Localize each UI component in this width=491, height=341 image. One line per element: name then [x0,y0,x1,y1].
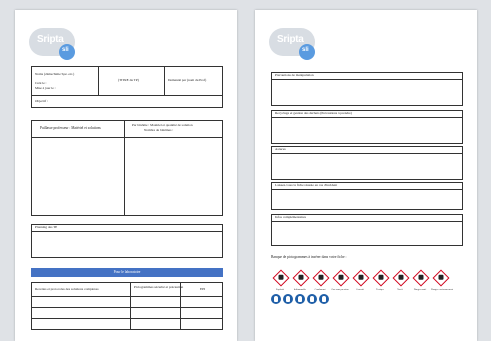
corrosive-icon[interactable] [352,269,370,287]
logo-text: Sripta [37,34,64,45]
objective-field[interactable]: Objectif : [35,99,48,104]
planning-box: Planning des TP [31,224,223,258]
exclamation-icon[interactable] [392,269,410,287]
solutions-col-pictos: Pictogrammes sécurité et précaution [134,285,184,289]
section-incident: Laissez-vous la fiche réussie en cas d'i… [271,182,463,210]
lunettes-icon[interactable] [283,294,293,304]
tp-title[interactable]: (TITRE du TP) [118,78,139,83]
solutions-col-epi: EPI [200,287,206,291]
logo-badge-right: sli [302,47,309,53]
picto-label: Comburant [314,288,326,291]
updated-field[interactable]: Mise à jour le : [35,86,56,91]
blouse-icon[interactable] [271,294,281,304]
picto-label: Corrosif [356,288,364,291]
sripta-logo: Sripta sli [29,22,89,62]
names-field[interactable]: Noms (2ème/3ème Spé. etc.) [35,72,74,77]
explosive-icon[interactable] [272,269,290,287]
picto-label: Danger environnement [431,288,453,291]
page-right: Sripta sli Précautions de manipulation R… [255,10,477,341]
picto-label: Inflammable [293,288,307,291]
environment-icon[interactable] [432,269,450,287]
section-title: Recyclage et gestion des déchets (Précau… [275,111,352,115]
section-infos: Infos complémentaires [271,214,463,246]
planning-title: Planning des TP [35,225,58,229]
masque-icon[interactable] [307,294,317,304]
header-box: Noms (2ème/3ème Spé. etc.) Créé le : Mis… [31,66,223,108]
picto-label: Gaz sous pression [331,288,349,291]
section-precautions: Précautions de manipulation [271,72,463,106]
picto-label: Nocif [397,288,403,291]
material-col-count: Nombre de binômes : [144,128,174,132]
requested-by[interactable]: Demandé par (nom du Prof) [168,78,206,83]
sripta-logo-right: Sripta sli [269,22,329,62]
section-recyclage: Recyclage et gestion des déchets (Précau… [271,110,463,144]
lab-bar: Pour le laboratoire [31,268,223,277]
material-col-prof: Paillasse professeur : Matériel et solut… [40,126,101,130]
gants-icon[interactable] [295,294,305,304]
flame-icon[interactable] [292,269,310,287]
logo-text-right: Sripta [277,34,304,45]
section-title: Infos complémentaires [275,215,306,219]
section-astuces: Astuces [271,146,463,180]
picto-bank-title: Banque de pictogrammes à insérer dans vo… [271,255,347,259]
section-title: Laissez-vous la fiche réussie en cas d'i… [275,183,338,187]
chaussures-icon[interactable] [319,294,329,304]
picto-label: Toxique [376,288,384,291]
solutions-table: Recettes et protocoles des solutions com… [31,282,223,330]
picto-label: Explosif [275,288,285,291]
gas-cylinder-icon[interactable] [332,269,350,287]
skull-icon[interactable] [372,269,390,287]
logo-badge: sli [62,47,69,53]
oxidizer-icon[interactable] [312,269,330,287]
health-hazard-icon[interactable] [412,269,430,287]
section-title: Astuces [275,147,286,151]
picto-label: Danger santé [413,288,427,291]
material-table: Paillasse professeur : Matériel et solut… [31,120,223,216]
page-left: Sripta sli Noms (2ème/3ème Spé. etc.) Cr… [15,10,237,341]
solutions-col-recipes: Recettes et protocoles des solutions com… [35,287,99,291]
section-title: Précautions de manipulation [275,73,314,77]
lab-bar-label: Pour le laboratoire [113,270,141,274]
